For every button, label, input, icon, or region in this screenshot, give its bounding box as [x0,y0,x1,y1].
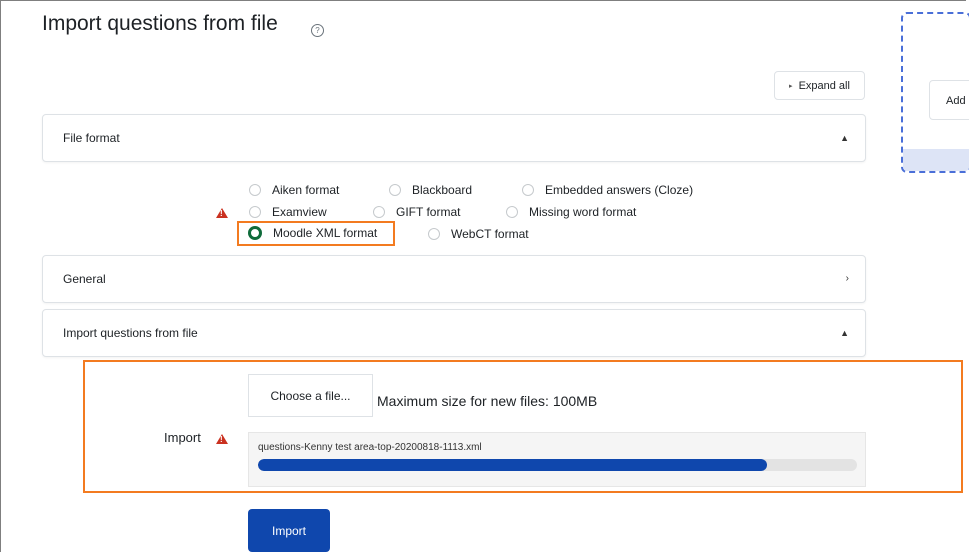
choose-file-button[interactable]: Choose a file... [248,374,373,417]
highlight-moodle-xml [237,221,395,246]
section-file-format-label: File format [63,131,120,145]
radio-examview[interactable] [249,206,261,218]
section-import-from-file[interactable]: Import questions from file ▲ [42,309,866,357]
chevron-right-icon[interactable]: › [846,256,849,302]
format-gift-option[interactable]: GIFT format [373,205,460,219]
radio-gift[interactable] [373,206,385,218]
help-icon[interactable]: ? [311,24,324,37]
format-blackboard-label: Blackboard [412,183,473,197]
format-webct-option[interactable]: WebCT format [428,227,529,241]
uploaded-filename: questions-Kenny test area-top-20200818-1… [258,442,482,453]
format-aiken-label: Aiken format [272,183,340,197]
format-examview-label: Examview [272,205,327,219]
format-cloze-label: Embedded answers (Cloze) [545,183,694,197]
section-import-label: Import questions from file [63,326,198,340]
radio-webct[interactable] [428,228,440,240]
expand-all-label: Expand all [798,79,850,92]
chevron-up-icon[interactable]: ▲ [840,115,849,161]
format-webct-label: WebCT format [451,227,529,241]
format-aiken-option[interactable]: Aiken format [249,183,339,197]
radio-missing-word[interactable] [506,206,518,218]
format-cloze-option[interactable]: Embedded answers (Cloze) [522,183,693,197]
upload-progress-bar [258,459,857,471]
radio-blackboard[interactable] [389,184,401,196]
side-panel-footer [903,149,969,171]
expand-all-button[interactable]: ▸ Expand all [774,71,865,100]
upload-progress-fill [258,459,768,471]
radio-aiken[interactable] [249,184,261,196]
section-general[interactable]: General › [42,255,866,303]
format-blackboard-option[interactable]: Blackboard [389,183,472,197]
format-gift-label: GIFT format [396,205,461,219]
add-button[interactable]: Add [929,80,969,120]
section-general-label: General [63,272,106,286]
chevron-up-icon[interactable]: ▲ [840,310,849,356]
file-dropzone[interactable]: questions-Kenny test area-top-20200818-1… [248,432,866,487]
import-field-label: Import [164,430,201,445]
section-file-format[interactable]: File format ▲ [42,114,866,162]
side-panel: Add [901,12,969,173]
page-title: Import questions from file [42,12,278,35]
import-button[interactable]: Import [248,509,330,552]
max-size-note: Maximum size for new files: 100MB [377,393,598,409]
chevron-right-icon: ▸ [789,82,793,90]
warning-icon [216,208,228,218]
format-examview-option[interactable]: Examview [249,205,327,219]
radio-cloze[interactable] [522,184,534,196]
format-missing-word-option[interactable]: Missing word format [506,205,636,219]
warning-icon [216,434,228,444]
format-missing-word-label: Missing word format [529,205,637,219]
